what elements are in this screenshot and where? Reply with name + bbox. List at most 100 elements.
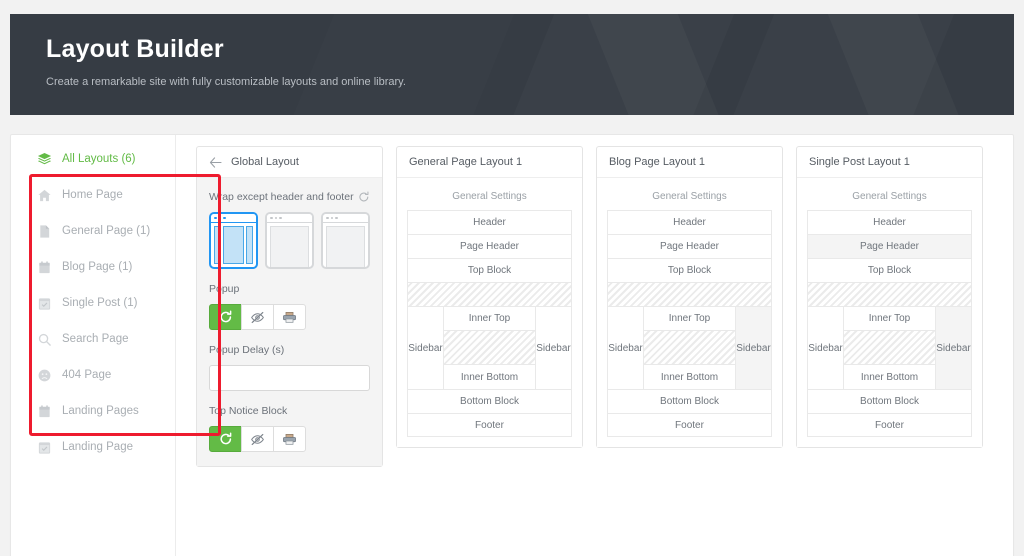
sidebar-item-label: Home Page <box>62 189 123 201</box>
layout-inner-top[interactable]: Inner Top <box>844 307 935 331</box>
sidebar-item-blog-page[interactable]: Blog Page (1) <box>11 249 175 285</box>
notice-hide-button[interactable] <box>241 426 274 452</box>
layout-middle-section: Sidebar Inner Top Inner Bottom Sidebar <box>607 306 772 389</box>
sidebar-item-label: Landing Pages <box>62 405 139 417</box>
home-icon <box>37 188 52 203</box>
titlebar-dot <box>335 216 338 220</box>
calendar-icon <box>37 260 52 275</box>
sidebar-item-single-post[interactable]: Single Post (1) <box>11 285 175 321</box>
notice-print-button[interactable] <box>273 426 306 452</box>
notice-default-button[interactable] <box>209 426 242 452</box>
layout-row-header[interactable]: Header <box>807 210 972 234</box>
global-layout-card-header[interactable]: Global Layout <box>197 147 382 178</box>
popup-hide-button[interactable] <box>241 304 274 330</box>
wrap-option-plain-a[interactable] <box>265 212 314 269</box>
layout-inner-bottom[interactable]: Inner Bottom <box>444 365 535 389</box>
layout-row-hatched-content <box>807 282 972 306</box>
page-hero-banner: Layout Builder Create a remarkable site … <box>10 14 1014 115</box>
layout-row-page-header[interactable]: Page Header <box>807 234 972 258</box>
titlebar-dot <box>330 216 333 220</box>
layout-inner-hatched-content <box>644 331 735 365</box>
layout-inner-bottom[interactable]: Inner Bottom <box>844 365 935 389</box>
sidebar-item-general-page[interactable]: General Page (1) <box>11 213 175 249</box>
wrap-option-three-column[interactable] <box>209 212 258 269</box>
global-layout-settings-body: Wrap except header and footer Popup Popu… <box>197 178 382 466</box>
layout-preview: General Settings Header Page Header Top … <box>397 178 582 447</box>
layers-icon <box>37 152 52 167</box>
layout-sidebar-left[interactable]: Sidebar <box>408 307 444 389</box>
layout-row-footer[interactable]: Footer <box>807 413 972 437</box>
layout-preview: General Settings Header Page Header Top … <box>597 178 782 447</box>
layout-sidebar-right[interactable]: Sidebar <box>736 307 772 389</box>
thumbnail-col-main <box>223 226 244 264</box>
layout-middle-section: Sidebar Inner Top Inner Bottom Sidebar <box>807 306 972 389</box>
layout-card-title: Single Post Layout 1 <box>797 147 982 178</box>
layout-row-footer[interactable]: Footer <box>407 413 572 437</box>
sidebar-item-label: Blog Page (1) <box>62 261 133 273</box>
layout-row-header[interactable]: Header <box>607 210 772 234</box>
sidebar-item-label: Search Page <box>62 333 129 345</box>
layout-inner-top[interactable]: Inner Top <box>644 307 735 331</box>
popup-print-button[interactable] <box>273 304 306 330</box>
popup-delay-input[interactable] <box>209 365 370 391</box>
thumbnail-body <box>270 226 309 267</box>
document-icon <box>37 224 52 239</box>
layout-row-top-block[interactable]: Top Block <box>807 258 972 282</box>
layout-sidebar-right[interactable]: Sidebar <box>936 307 972 389</box>
titlebar-dot <box>279 216 282 220</box>
wrap-option-thumbnails <box>209 212 370 269</box>
layout-row-footer[interactable]: Footer <box>607 413 772 437</box>
layout-sidebar-right[interactable]: Sidebar <box>536 307 572 389</box>
sad-face-icon <box>37 368 52 383</box>
layout-row-bottom-block[interactable]: Bottom Block <box>407 389 572 413</box>
titlebar-dot <box>214 216 217 220</box>
thumbnail-body <box>326 226 365 267</box>
page-subtitle: Create a remarkable site with fully cust… <box>46 76 406 88</box>
thumbnail-col-left <box>214 226 221 264</box>
layout-row-page-header[interactable]: Page Header <box>607 234 772 258</box>
layout-row-top-block[interactable]: Top Block <box>607 258 772 282</box>
refresh-icon[interactable] <box>358 191 370 203</box>
layout-card-general-page[interactable]: General Page Layout 1 General Settings H… <box>396 146 583 448</box>
layout-row-header[interactable]: Header <box>407 210 572 234</box>
layout-inner-top[interactable]: Inner Top <box>444 307 535 331</box>
layout-row-page-header[interactable]: Page Header <box>407 234 572 258</box>
sidebar-item-landing-pages[interactable]: Landing Pages <box>11 393 175 429</box>
layout-row-hatched-content <box>607 282 772 306</box>
sidebar-item-all-layouts[interactable]: All Layouts (6) <box>11 141 175 177</box>
popup-default-button[interactable] <box>209 304 242 330</box>
popup-button-group <box>209 304 370 330</box>
sidebar-item-label: Landing Page <box>62 441 133 453</box>
sidebar-item-search-page[interactable]: Search Page <box>11 321 175 357</box>
layout-sidebar-left[interactable]: Sidebar <box>808 307 844 389</box>
layout-center-column: Inner Top Inner Bottom <box>844 307 936 389</box>
layout-row-bottom-block[interactable]: Bottom Block <box>607 389 772 413</box>
layout-inner-bottom[interactable]: Inner Bottom <box>644 365 735 389</box>
popup-label: Popup <box>209 283 240 295</box>
layout-row-top-block[interactable]: Top Block <box>407 258 572 282</box>
global-layout-title: Global Layout <box>231 156 299 168</box>
sidebar-item-label: Single Post (1) <box>62 297 138 309</box>
layout-row-bottom-block[interactable]: Bottom Block <box>807 389 972 413</box>
global-layout-card: Global Layout Wrap except header and foo… <box>196 146 383 467</box>
thumbnail-titlebar <box>323 214 368 223</box>
sidebar-item-landing-page[interactable]: Landing Page <box>11 429 175 465</box>
general-settings-label: General Settings <box>652 191 727 202</box>
titlebar-dot <box>326 216 329 220</box>
layout-inner-hatched-content <box>444 331 535 365</box>
top-notice-block-label: Top Notice Block <box>209 405 288 417</box>
general-settings-label: General Settings <box>452 191 527 202</box>
layout-sidebar-left[interactable]: Sidebar <box>608 307 644 389</box>
sidebar-item-404-page[interactable]: 404 Page <box>11 357 175 393</box>
wrap-option-plain-b[interactable] <box>321 212 370 269</box>
thumbnail-titlebar <box>267 214 312 223</box>
layout-builder-page: Layout Builder Create a remarkable site … <box>0 0 1024 556</box>
layout-card-single-post[interactable]: Single Post Layout 1 General Settings He… <box>796 146 983 448</box>
layout-card-blog-page[interactable]: Blog Page Layout 1 General Settings Head… <box>596 146 783 448</box>
calendar-check-icon <box>37 440 52 455</box>
top-notice-button-group <box>209 426 370 452</box>
sidebar-item-home-page[interactable]: Home Page <box>11 177 175 213</box>
arrow-left-icon[interactable] <box>209 156 222 168</box>
thumbnail-col-right <box>246 226 253 264</box>
titlebar-dot <box>274 216 277 220</box>
